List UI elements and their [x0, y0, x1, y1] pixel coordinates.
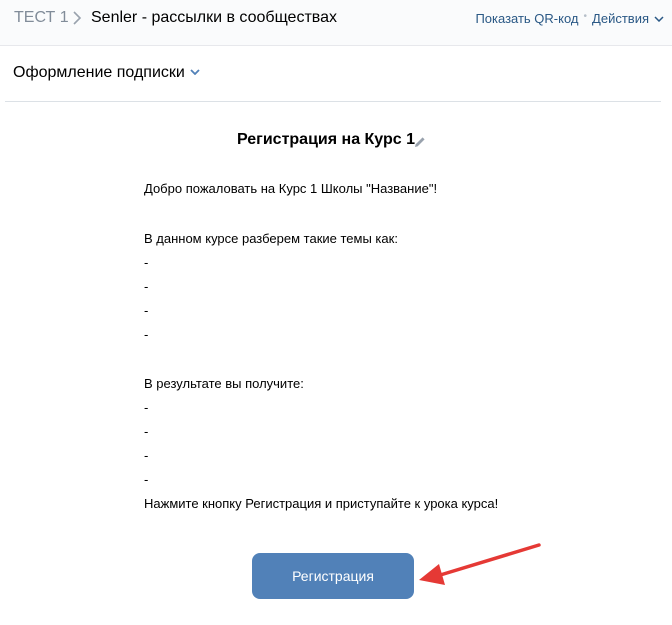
page-title: Senler - рассылки в сообществах — [91, 9, 337, 26]
section-title: Оформление подписки — [13, 64, 185, 81]
text-line: - — [144, 327, 149, 342]
text-line: - — [144, 279, 149, 294]
text-line: Нажмите кнопку Регистрация и приступайте… — [144, 496, 499, 511]
divider — [5, 101, 661, 102]
top-bar: ТЕСТ 1 Senler - рассылки в сообществах П… — [0, 0, 672, 46]
text-line: - — [144, 255, 149, 270]
text-line: - — [144, 400, 149, 415]
top-actions: Показать QR-код • Действия — [475, 11, 664, 26]
text-line: - — [144, 424, 149, 439]
chevron-down-icon — [190, 69, 200, 75]
form-title: Регистрация на Курс 1 — [237, 131, 416, 148]
text-line: - — [144, 472, 149, 487]
actions-menu[interactable]: Действия — [592, 11, 649, 26]
text-line: - — [144, 303, 149, 318]
text-line: - — [144, 448, 149, 463]
chevron-down-icon[interactable] — [654, 15, 664, 22]
text-line: Добро пожаловать на Курс 1 Школы "Назван… — [144, 181, 438, 196]
pencil-icon[interactable] — [413, 135, 427, 149]
separator-dot: • — [583, 11, 588, 22]
registration-button[interactable]: Регистрация — [252, 553, 414, 599]
show-qr-link[interactable]: Показать QR-код — [475, 11, 578, 26]
breadcrumb-root[interactable]: ТЕСТ 1 — [14, 9, 69, 27]
subscription-design-dropdown[interactable]: Оформление подписки — [13, 64, 200, 82]
text-line: В данном курсе разберем такие темы как: — [144, 231, 398, 246]
text-line: В результате вы получите: — [144, 376, 304, 391]
annotation-arrow-icon — [419, 543, 541, 585]
chevron-right-icon — [73, 11, 82, 25]
